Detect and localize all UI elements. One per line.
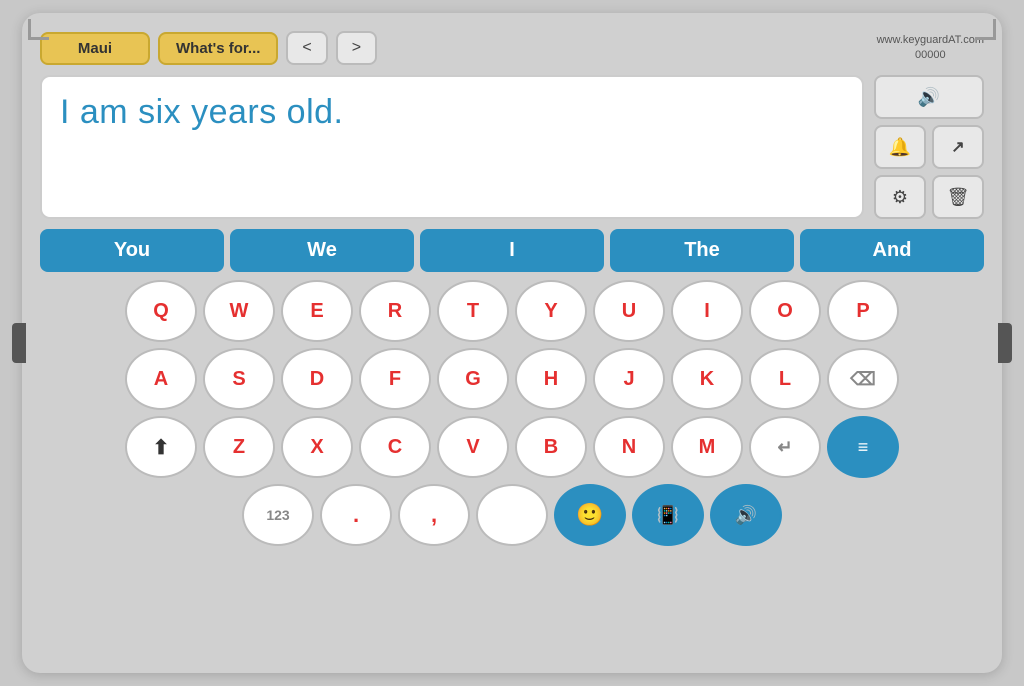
keyboard: Q W E R T Y U I O P A S D F G H J K L ⌫ … — [40, 280, 984, 546]
key-h[interactable]: H — [515, 348, 587, 410]
key-q[interactable]: Q — [125, 280, 197, 342]
speaker-dark-button[interactable]: 🔊 — [710, 484, 782, 546]
word-prediction-and[interactable]: And — [800, 229, 984, 272]
bell-icon: 🔔 — [889, 137, 911, 158]
text-display: I am six years old. — [40, 75, 864, 219]
key-f[interactable]: F — [359, 348, 431, 410]
settings-button[interactable]: ⚙ — [874, 175, 926, 219]
key-r[interactable]: R — [359, 280, 431, 342]
key-u[interactable]: U — [593, 280, 665, 342]
emoji-button[interactable]: 🙂 — [554, 484, 626, 546]
speaker-icon: 🔊 — [918, 87, 940, 108]
vibrate-button[interactable]: 📳 — [632, 484, 704, 546]
key-l[interactable]: L — [749, 348, 821, 410]
period-button[interactable]: . — [320, 484, 392, 546]
keyboard-bottom-row: 123 . , 🙂 📳 🔊 — [40, 484, 984, 546]
key-o[interactable]: O — [749, 280, 821, 342]
key-c[interactable]: C — [359, 416, 431, 478]
text-display-content: I am six years old. — [60, 93, 343, 132]
action-row-1: 🔔 ↗ — [874, 125, 984, 169]
key-t[interactable]: T — [437, 280, 509, 342]
word-prediction-we[interactable]: We — [230, 229, 414, 272]
comma-button[interactable]: , — [398, 484, 470, 546]
backspace-button[interactable]: ⌫ — [827, 348, 899, 410]
export-icon: ↗ — [951, 137, 964, 157]
word-prediction-the[interactable]: The — [610, 229, 794, 272]
key-a[interactable]: A — [125, 348, 197, 410]
trash-button[interactable]: 🗑 — [932, 175, 984, 219]
key-g[interactable]: G — [437, 348, 509, 410]
action-row-2: ⚙ 🗑 — [874, 175, 984, 219]
quick-phrase-whats[interactable]: What's for... — [158, 32, 278, 65]
word-prediction-row: You We I The And — [40, 229, 984, 272]
num-button[interactable]: 123 — [242, 484, 314, 546]
key-n[interactable]: N — [593, 416, 665, 478]
export-button[interactable]: ↗ — [932, 125, 984, 169]
key-w[interactable]: W — [203, 280, 275, 342]
quick-phrase-maui[interactable]: Maui — [40, 32, 150, 65]
key-b[interactable]: B — [515, 416, 587, 478]
trash-icon: 🗑 — [947, 187, 970, 208]
key-i[interactable]: I — [671, 280, 743, 342]
key-v[interactable]: V — [437, 416, 509, 478]
action-panel: 🔊 🔔 ↗ ⚙ 🗑 — [874, 75, 984, 219]
keyboard-row-2: A S D F G H J K L ⌫ — [40, 348, 984, 410]
key-j[interactable]: J — [593, 348, 665, 410]
shift-button[interactable]: ⬆ — [125, 416, 197, 478]
nav-forward-button[interactable]: > — [336, 31, 377, 65]
enter-button[interactable]: ↵ — [749, 416, 821, 478]
website-info: www.keyguardAT.com 00000 — [877, 33, 984, 64]
key-s[interactable]: S — [203, 348, 275, 410]
key-m[interactable]: M — [671, 416, 743, 478]
key-e[interactable]: E — [281, 280, 353, 342]
word-prediction-you[interactable]: You — [40, 229, 224, 272]
menu-button[interactable]: ≡ — [827, 416, 899, 478]
word-prediction-i[interactable]: I — [420, 229, 604, 272]
speaker-button[interactable]: 🔊 — [874, 75, 984, 119]
gear-icon: ⚙ — [892, 187, 908, 208]
main-area: I am six years old. 🔊 🔔 ↗ ⚙ 🗑 — [40, 75, 984, 219]
top-bar: Maui What's for... < > www.keyguardAT.co… — [40, 31, 984, 65]
bell-button[interactable]: 🔔 — [874, 125, 926, 169]
nav-back-button[interactable]: < — [286, 31, 327, 65]
key-p[interactable]: P — [827, 280, 899, 342]
key-y[interactable]: Y — [515, 280, 587, 342]
key-x[interactable]: X — [281, 416, 353, 478]
key-k[interactable]: K — [671, 348, 743, 410]
space-button[interactable] — [476, 484, 548, 546]
key-z[interactable]: Z — [203, 416, 275, 478]
keyboard-row-3: ⬆ Z X C V B N M ↵ ≡ — [40, 416, 984, 478]
key-d[interactable]: D — [281, 348, 353, 410]
keyboard-row-1: Q W E R T Y U I O P — [40, 280, 984, 342]
